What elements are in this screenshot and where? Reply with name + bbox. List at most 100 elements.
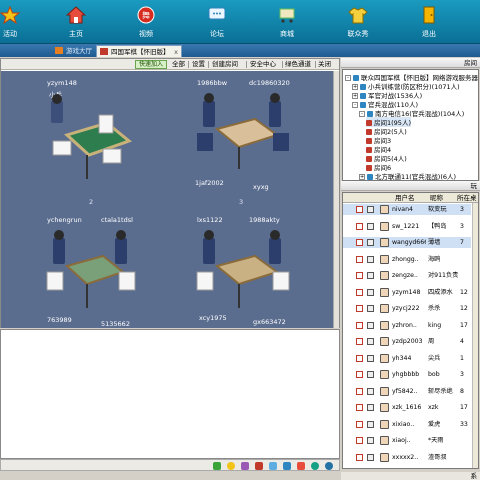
game-table[interactable]: yzym148 小兵 [37,79,147,189]
collapse-icon[interactable]: - [359,111,365,117]
smiley-icon[interactable] [227,462,235,470]
player-nickname: 海鸥 [428,255,441,263]
toolbar-shop-button[interactable]: 商城 [263,6,311,42]
player-row[interactable]: sw_1221 【鸭岛 3 [343,221,471,232]
player-name[interactable]: gx663472 [253,318,286,326]
player-row[interactable]: xxxxx2.. 渣哥叔 [343,452,471,463]
font-icon[interactable] [269,462,277,470]
chat-message-area[interactable] [0,329,340,459]
collapse-icon[interactable]: - [352,102,358,108]
player-row[interactable]: yf5842.. 斩尽杀绝 8 [343,386,471,397]
toolbar-show-button[interactable]: 联众秀 [334,6,382,42]
toolbar-home-button[interactable]: 主页 [52,6,100,42]
player-row[interactable]: zhongg.. 海鸥 [343,254,471,265]
player-username: yzycj222 [392,305,420,312]
expand-icon[interactable]: + [359,174,365,180]
player-list-scrollbar[interactable] [472,203,478,468]
player-name[interactable]: 5135662 [101,320,130,328]
server-icon [367,174,373,180]
player-row[interactable]: zengze.. 对911负责 [343,270,471,281]
tab-close-button[interactable]: x [174,46,178,58]
top-toolbar: 活动 主页 舞 视频 论坛 商城 联众秀 退出 [0,0,480,44]
player-name[interactable]: xcy1975 [199,314,227,322]
menu-close[interactable]: 关闭 [318,60,331,69]
gift-icon[interactable] [255,462,263,470]
player-row[interactable]: yzycj222 杀杀 12 [343,303,471,314]
room-tree-header: 房间 [341,58,480,68]
tab-game-hall[interactable]: 游戏大厅 [52,45,96,57]
player-name[interactable]: dc19860320 [249,79,290,87]
avatar [380,386,389,396]
column-nickname[interactable]: 昵称 [430,193,443,203]
toolbar-forum-button[interactable]: 论坛 [193,6,241,42]
player-row[interactable]: xzk_1616 xzk 17 [343,402,471,413]
player-row[interactable]: wangyd666 薄墙 7 [343,237,471,248]
level-icon [367,288,374,296]
toolbar-activity-button[interactable]: 活动 [0,6,34,42]
status-icon [356,354,363,362]
player-name[interactable]: ychengrun [47,216,82,224]
avatar [380,320,389,330]
block-icon[interactable] [297,462,305,470]
column-table[interactable]: 所在桌 [457,193,477,203]
chat-toolbar [0,459,340,471]
player-table: 17 [460,404,468,411]
tables-scrollbar[interactable] [333,71,339,328]
player-row[interactable]: yzdp2003 周 4 [343,336,471,347]
toolbar-exit-button[interactable]: 退出 [405,6,453,42]
player-row[interactable]: yh344 尖兵 1 [343,353,471,364]
player-row[interactable]: yhgbbbb bob 3 [343,369,471,380]
player-name[interactable]: xyxg [253,183,269,191]
menu-green-channel[interactable]: 绿色通道 [285,60,311,69]
help-icon[interactable] [311,462,319,470]
player-name[interactable]: 1jaf2002 [195,179,224,187]
player-name[interactable]: lxs1122 [197,216,223,224]
tab-siguo-junqi[interactable]: 四国军棋【怀旧版】 x [96,45,182,57]
game-table[interactable]: 1986bbw dc19860320 1jaf2002 xyxg [189,79,299,191]
avatar [380,403,389,412]
player-row[interactable]: xixiao.. 爱虎 33 [343,419,471,430]
room-tree-node[interactable]: + 北方联通11(官兵混战)(6人) [359,171,457,181]
player-name[interactable]: 1988akty [249,216,280,224]
player-username: yzym148 [392,288,421,296]
player-row[interactable]: nivan4 软变玩 3 [343,204,471,215]
action-icon[interactable] [241,462,249,470]
collapse-icon[interactable]: - [345,75,351,81]
player-table: 4 [460,338,464,345]
player-name[interactable]: yzym148 [47,79,77,87]
avatar [380,205,389,214]
menu-divider [188,61,189,68]
player-table: 12 [460,288,468,296]
toolbar-video-button[interactable]: 舞 视频 [122,6,170,42]
image-icon[interactable] [283,462,291,470]
player-row[interactable]: yzhron.. king 17 [343,320,471,331]
status-icon [356,239,363,246]
menu-all[interactable]: 全部 [172,60,185,69]
menu-divider [282,61,283,68]
player-name[interactable]: ctala1tdsl [101,216,133,224]
toolbar-label: 活动 [3,30,17,38]
player-name[interactable]: 763989 [47,316,72,324]
player-nickname: 杀杀 [428,305,441,312]
shop-cart-icon [279,8,295,23]
level-icon [367,305,374,312]
menu-settings[interactable]: 设置 [192,60,205,69]
right-footer: 系 [341,472,480,480]
game-table[interactable]: ychengrun ctala1tdsl 763989 5135662 [37,216,147,328]
info-icon[interactable] [325,462,333,470]
menu-divider [315,61,316,68]
tree-node-label: 北方联通11(官兵混战)(6人) [375,173,457,181]
game-icon [100,48,108,55]
column-username[interactable]: 用户名 [395,193,415,203]
player-username: zengze.. [392,272,418,279]
player-name[interactable]: 1986bbw [197,79,227,87]
menu-create-room[interactable]: 创建房间 [212,60,238,69]
check-icon[interactable] [213,462,221,470]
menu-security-center[interactable]: 安全中心 [250,60,276,69]
avatar [380,337,389,346]
game-table[interactable]: lxs1122 1988akty xcy1975 gx663472 [189,216,299,326]
player-row[interactable]: xiaoj.. *天雨 [343,435,471,446]
quick-join-button[interactable]: 快速加入 [135,60,167,69]
player-row[interactable]: yzym148 四成添水 12 [343,287,471,298]
player-table: 1 [460,354,464,362]
